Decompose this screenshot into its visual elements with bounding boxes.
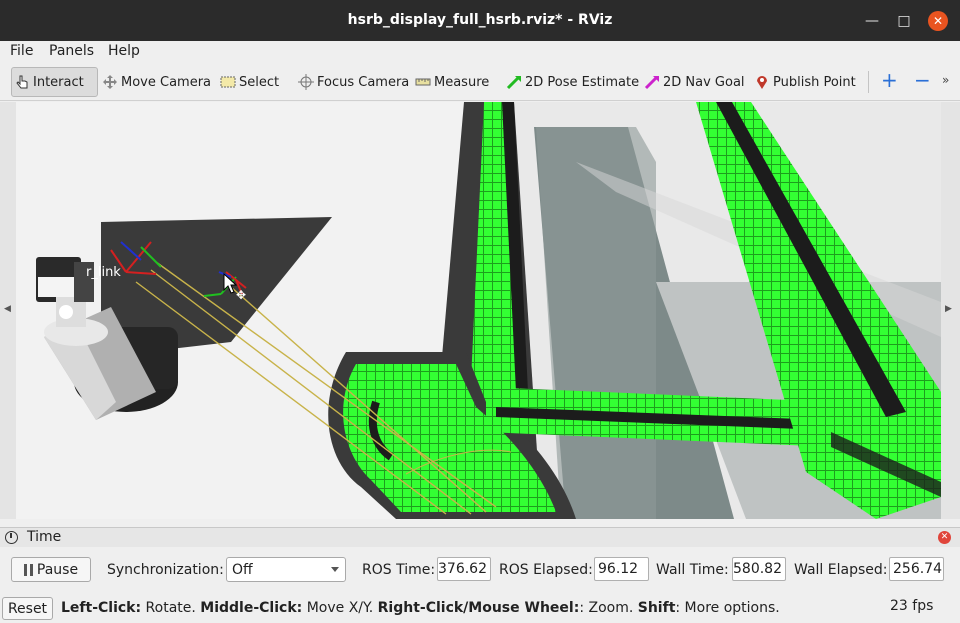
status-bar: Reset Left-Click: Rotate. Middle-Click: … xyxy=(0,595,960,623)
right-dock-handle[interactable]: ▶ xyxy=(941,102,960,519)
pause-icon xyxy=(23,563,33,576)
fps-counter: 23 fps xyxy=(890,598,934,614)
svg-text:✥: ✥ xyxy=(236,288,246,302)
time-panel-header: Time ✕ xyxy=(0,527,960,547)
menu-file[interactable]: File xyxy=(10,43,33,59)
move-arrows-icon xyxy=(102,74,118,90)
menu-help[interactable]: Help xyxy=(108,43,140,59)
tool-2d-nav-goal[interactable]: 2D Nav Goal xyxy=(644,67,745,97)
ros-elapsed-field[interactable]: 96.12 xyxy=(594,557,649,581)
focus-crosshair-icon xyxy=(298,74,314,90)
pause-button[interactable]: Pause xyxy=(11,557,91,582)
menu-bar: File Panels Help xyxy=(0,41,960,63)
tool-focus-camera[interactable]: Focus Camera xyxy=(298,67,409,97)
ros-elapsed-label: ROS Elapsed: xyxy=(499,562,593,578)
wall-time-field[interactable]: 5580.82 xyxy=(732,557,786,581)
clock-icon xyxy=(5,531,18,544)
window-title: hsrb_display_full_hsrb.rviz* - RViz xyxy=(347,12,613,28)
tool-move-camera-label: Move Camera xyxy=(121,74,212,90)
sync-select[interactable]: Off xyxy=(226,557,346,582)
add-tool-icon[interactable]: + xyxy=(881,70,898,91)
pause-label: Pause xyxy=(36,561,79,578)
title-bar: hsrb_display_full_hsrb.rviz* - RViz — □ … xyxy=(0,0,960,41)
maximize-icon[interactable]: □ xyxy=(894,11,914,31)
dropdown-arrow-icon xyxy=(331,567,339,572)
time-panel-title: Time xyxy=(27,529,62,545)
tool-interact[interactable]: Interact xyxy=(11,67,98,97)
middle-click-desc: Move X/Y. xyxy=(302,600,378,616)
shift-desc: : More options. xyxy=(675,600,780,616)
left-click-key: Left-Click: xyxy=(61,600,142,616)
magenta-arrow-icon xyxy=(644,74,660,90)
tool-toolbar: Interact Move Camera Select Focus Camera… xyxy=(0,63,960,101)
wall-elapsed-field[interactable]: 256.74 xyxy=(889,557,944,581)
left-click-desc: Rotate. xyxy=(141,600,201,616)
wall-elapsed-label: Wall Elapsed: xyxy=(794,562,888,578)
hand-pointer-icon xyxy=(14,74,30,90)
ruler-icon xyxy=(415,74,431,90)
right-click-desc: : Zoom. xyxy=(579,600,638,616)
sync-label: Synchronization: xyxy=(107,562,224,578)
toolbar-overflow-icon[interactable]: » xyxy=(942,73,954,89)
reset-button[interactable]: Reset xyxy=(2,597,53,620)
shift-key: Shift xyxy=(637,600,676,616)
tool-2d-pose-estimate[interactable]: 2D Pose Estimate xyxy=(506,67,639,97)
ros-time-label: ROS Time: xyxy=(362,562,436,578)
tool-focus-camera-label: Focus Camera xyxy=(317,74,410,90)
sync-value: Off xyxy=(232,561,253,578)
panel-close-icon[interactable]: ✕ xyxy=(938,531,951,544)
right-click-key: Right-Click/Mouse Wheel: xyxy=(377,600,580,616)
remove-tool-icon[interactable]: − xyxy=(914,70,931,91)
3d-render-view[interactable]: ✥ r_link xyxy=(16,102,941,519)
map-pin-icon xyxy=(754,74,770,90)
tool-publish-point-label: Publish Point xyxy=(773,74,856,90)
toolbar-divider xyxy=(868,71,869,93)
tool-move-camera[interactable]: Move Camera xyxy=(102,67,211,97)
left-dock-handle[interactable]: ◀ xyxy=(0,102,16,519)
menu-panels[interactable]: Panels xyxy=(49,43,94,59)
tool-2d-pose-estimate-label: 2D Pose Estimate xyxy=(525,74,640,90)
green-arrow-icon xyxy=(506,74,522,90)
tool-select[interactable]: Select xyxy=(220,67,279,97)
tool-measure[interactable]: Measure xyxy=(415,67,489,97)
minimize-icon[interactable]: — xyxy=(862,11,882,31)
tool-publish-point[interactable]: Publish Point xyxy=(754,67,856,97)
right-arrow-icon: ▶ xyxy=(945,304,952,314)
tool-select-label: Select xyxy=(239,74,280,90)
wall-time-label: Wall Time: xyxy=(656,562,729,578)
tool-2d-nav-goal-label: 2D Nav Goal xyxy=(663,74,745,90)
close-icon[interactable]: ✕ xyxy=(928,11,948,31)
middle-click-key: Middle-Click: xyxy=(200,600,303,616)
time-panel: Pause Synchronization: Off ROS Time: 237… xyxy=(0,548,960,592)
left-arrow-icon: ◀ xyxy=(4,304,11,314)
mouse-help-text: Left-Click: Rotate. Middle-Click: Move X… xyxy=(61,600,780,616)
tool-interact-label: Interact xyxy=(33,74,84,90)
frame-label: r_link xyxy=(86,265,121,280)
select-box-icon xyxy=(220,74,236,90)
ros-time-field[interactable]: 2376.62 xyxy=(437,557,491,581)
tool-measure-label: Measure xyxy=(434,74,490,90)
